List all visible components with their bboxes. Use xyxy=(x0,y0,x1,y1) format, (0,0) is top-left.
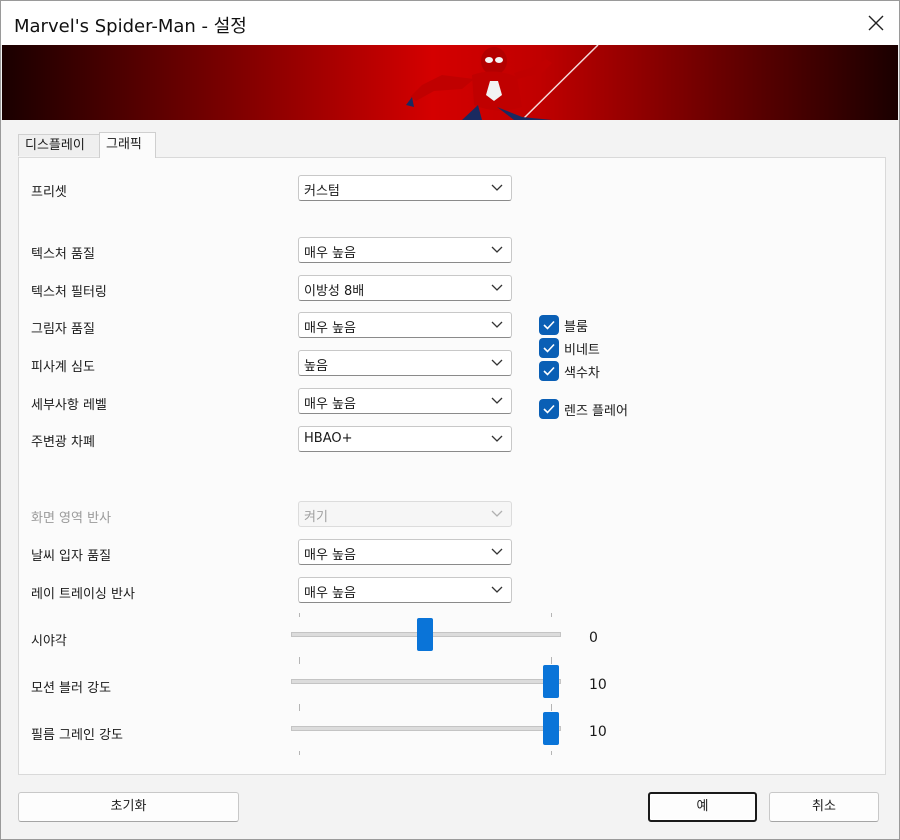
checkmark-icon xyxy=(539,338,559,358)
tab-graphics[interactable]: 그래픽 xyxy=(99,132,156,158)
slider-track xyxy=(291,679,561,684)
checkmark-icon xyxy=(539,399,559,419)
fov-label: 시야각 xyxy=(31,634,67,649)
chevron-down-icon xyxy=(491,548,503,555)
cancel-button[interactable]: 취소 xyxy=(769,792,879,822)
texture-filtering-value: 이방성 8배 xyxy=(304,284,365,299)
depth-of-field-label: 피사계 심도 xyxy=(31,360,95,375)
shadow-quality-select[interactable]: 매우 높음 xyxy=(298,312,512,338)
weather-particle-quality-label: 날씨 입자 품질 xyxy=(31,549,112,564)
slider-tick xyxy=(551,660,552,664)
motion-blur-slider[interactable] xyxy=(291,660,561,710)
chevron-down-icon xyxy=(491,321,503,328)
slider-thumb[interactable] xyxy=(543,665,559,698)
chevron-down-icon xyxy=(491,359,503,366)
level-of-detail-label: 세부사항 레벨 xyxy=(31,398,107,413)
depth-of-field-select[interactable]: 높음 xyxy=(298,350,512,376)
motion-blur-value: 10 xyxy=(589,677,607,693)
ok-button[interactable]: 예 xyxy=(648,792,757,822)
slider-tick xyxy=(299,751,300,755)
title-bar: Marvel's Spider-Man - 설정 xyxy=(1,1,899,45)
checkmark-icon xyxy=(539,315,559,335)
ray-traced-reflections-select[interactable]: 매우 높음 xyxy=(298,577,512,603)
tab-display[interactable]: 디스플레이 xyxy=(18,134,100,156)
chevron-down-icon xyxy=(491,246,503,253)
motion-blur-label: 모션 블러 강도 xyxy=(31,681,112,696)
bloom-label: 블룸 xyxy=(564,320,588,335)
reset-button[interactable]: 초기화 xyxy=(18,792,239,822)
chevron-down-icon xyxy=(491,184,503,191)
preset-label: 프리셋 xyxy=(31,185,67,200)
slider-tick xyxy=(299,613,300,617)
fov-value: 0 xyxy=(589,630,598,646)
slider-tick xyxy=(551,751,552,755)
depth-of-field-value: 높음 xyxy=(304,359,328,374)
slider-tick xyxy=(551,707,552,711)
film-grain-value: 10 xyxy=(589,724,607,740)
level-of-detail-value: 매우 높음 xyxy=(304,397,356,412)
preset-value: 커스텀 xyxy=(304,184,340,199)
checkmark-icon xyxy=(539,361,559,381)
ambient-occlusion-select[interactable]: HBAO+ xyxy=(298,426,512,452)
screen-space-reflections-value: 켜기 xyxy=(304,510,328,525)
preset-select[interactable]: 커스텀 xyxy=(298,175,512,201)
texture-filtering-label: 텍스처 필터링 xyxy=(31,285,107,300)
film-grain-label: 필름 그레인 강도 xyxy=(31,728,123,743)
fov-slider[interactable] xyxy=(291,613,561,663)
slider-tick xyxy=(299,707,300,711)
ambient-occlusion-value: HBAO+ xyxy=(304,431,353,446)
slider-tick xyxy=(551,613,552,617)
level-of-detail-select[interactable]: 매우 높음 xyxy=(298,388,512,414)
texture-quality-value: 매우 높음 xyxy=(304,246,356,261)
chevron-down-icon xyxy=(491,586,503,593)
shadow-quality-label: 그림자 품질 xyxy=(31,322,95,337)
close-icon xyxy=(868,15,884,31)
weather-particle-quality-select[interactable]: 매우 높음 xyxy=(298,539,512,565)
texture-filtering-select[interactable]: 이방성 8배 xyxy=(298,275,512,301)
vignette-label: 비네트 xyxy=(564,343,600,358)
ambient-occlusion-label: 주변광 차폐 xyxy=(31,435,95,450)
close-button[interactable] xyxy=(853,1,899,45)
slider-tick xyxy=(299,660,300,664)
slider-track xyxy=(291,726,561,731)
ray-traced-reflections-value: 매우 높음 xyxy=(304,586,356,601)
screen-space-reflections-label: 화면 영역 반사 xyxy=(31,511,112,526)
slider-thumb[interactable] xyxy=(417,618,433,651)
slider-thumb[interactable] xyxy=(543,712,559,745)
chevron-down-icon xyxy=(491,397,503,404)
chromatic-aberration-label: 색수차 xyxy=(564,366,600,381)
texture-quality-label: 텍스처 품질 xyxy=(31,247,95,262)
ray-traced-reflections-label: 레이 트레이싱 반사 xyxy=(31,587,135,602)
texture-quality-select[interactable]: 매우 높음 xyxy=(298,237,512,263)
settings-window: Marvel's Spider-Man - 설정 디스플레이 그래픽 프리셋 텍… xyxy=(0,0,900,840)
game-banner xyxy=(2,45,898,120)
shadow-quality-value: 매우 높음 xyxy=(304,321,356,336)
chevron-down-icon xyxy=(491,510,503,517)
film-grain-slider[interactable] xyxy=(291,707,561,757)
spider-man-artwork xyxy=(406,45,599,120)
chevron-down-icon xyxy=(491,435,503,442)
lens-flare-label: 렌즈 플레어 xyxy=(564,404,628,419)
weather-particle-quality-value: 매우 높음 xyxy=(304,548,356,563)
window-title: Marvel's Spider-Man - 설정 xyxy=(14,16,247,37)
chevron-down-icon xyxy=(491,284,503,291)
screen-space-reflections-select: 켜기 xyxy=(298,501,512,527)
